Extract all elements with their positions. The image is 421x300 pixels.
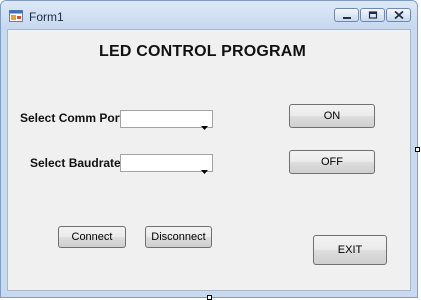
maximize-button[interactable] bbox=[360, 8, 385, 22]
comm-port-dropdown[interactable] bbox=[120, 110, 213, 130]
baudrate-label: Select Baudrate bbox=[30, 156, 121, 170]
window-title: Form1 bbox=[29, 10, 64, 24]
comm-port-label: Select Comm Port bbox=[20, 111, 124, 125]
chevron-down-icon bbox=[201, 117, 208, 135]
chevron-down-icon bbox=[201, 161, 208, 179]
form-app-icon bbox=[9, 9, 23, 22]
minimize-button[interactable] bbox=[334, 8, 359, 22]
page-title: LED CONTROL PROGRAM bbox=[99, 43, 307, 60]
resize-handle-right[interactable] bbox=[415, 147, 420, 152]
exit-button[interactable]: EXIT bbox=[313, 235, 387, 265]
connect-button[interactable]: Connect bbox=[58, 226, 126, 248]
baudrate-dropdown[interactable] bbox=[120, 154, 213, 174]
resize-handle-bottom[interactable] bbox=[207, 295, 212, 300]
close-button[interactable] bbox=[386, 8, 411, 22]
disconnect-button[interactable]: Disconnect bbox=[145, 226, 212, 248]
title-bar[interactable]: Form1 bbox=[1, 1, 417, 29]
off-button[interactable]: OFF bbox=[289, 150, 375, 174]
on-button[interactable]: ON bbox=[289, 104, 375, 128]
